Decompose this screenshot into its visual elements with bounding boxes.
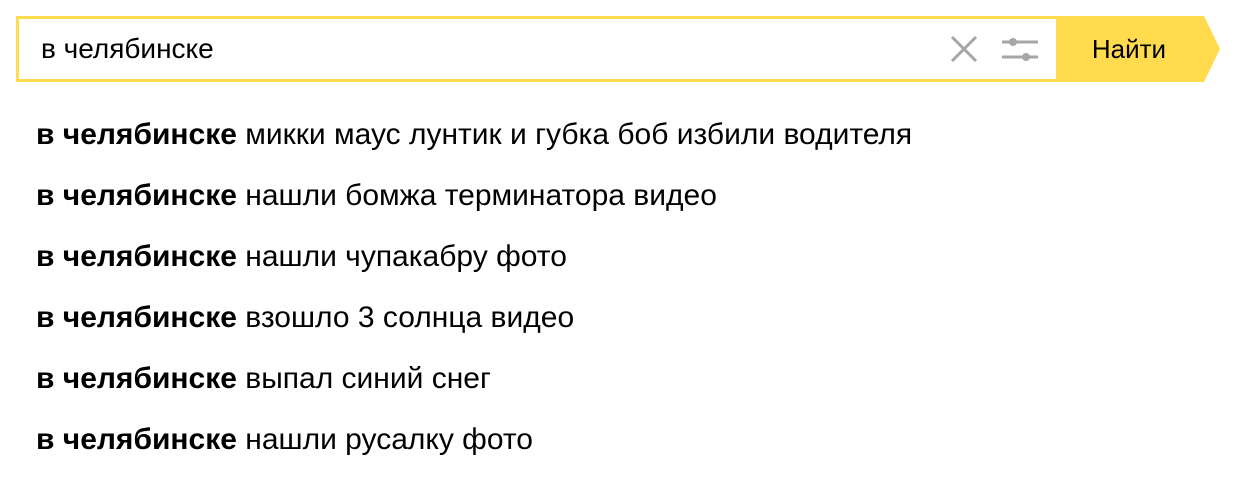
suggestion-item[interactable]: в челябинске взошло 3 солнца видео xyxy=(36,287,912,348)
clear-button[interactable] xyxy=(944,29,984,69)
suggestion-prefix: в челябинске xyxy=(36,423,237,456)
suggestion-item[interactable]: в челябинске выпал синий снег xyxy=(36,348,912,409)
suggestion-text: взошло 3 солнца видео xyxy=(245,301,575,334)
submit-label: Найти xyxy=(1091,33,1167,64)
search-submit-button[interactable]: Найти xyxy=(1056,16,1220,82)
suggestion-list: в челябинске микки маус лунтик и губка б… xyxy=(36,104,912,470)
suggestion-item[interactable]: в челябинске нашли чупакабру фото xyxy=(36,226,912,287)
suggestion-item[interactable]: в челябинске нашли бомжа терминатора вид… xyxy=(36,165,912,226)
close-icon xyxy=(950,35,978,63)
search-box xyxy=(16,16,1056,82)
suggestion-prefix: в челябинске xyxy=(36,362,237,395)
suggestion-text: нашли чупакабру фото xyxy=(245,240,567,273)
suggestion-item[interactable]: в челябинске нашли русалку фото xyxy=(36,409,912,470)
suggestion-prefix: в челябинске xyxy=(36,118,237,151)
search-input[interactable] xyxy=(19,19,944,79)
suggestion-prefix: в челябинске xyxy=(36,179,237,212)
filter-button[interactable] xyxy=(998,29,1042,69)
suggestion-item[interactable]: в челябинске микки маус лунтик и губка б… xyxy=(36,104,912,165)
suggestion-prefix: в челябинске xyxy=(36,301,237,334)
suggestion-prefix: в челябинске xyxy=(36,240,237,273)
suggestion-text: микки маус лунтик и губка боб избили вод… xyxy=(245,118,913,151)
suggestion-text: нашли русалку фото xyxy=(245,423,533,456)
suggestion-text: нашли бомжа терминатора видео xyxy=(245,179,717,212)
search-bar: Найти xyxy=(16,16,1220,82)
suggestion-text: выпал синий снег xyxy=(245,362,491,395)
sliders-icon xyxy=(1002,38,1038,61)
